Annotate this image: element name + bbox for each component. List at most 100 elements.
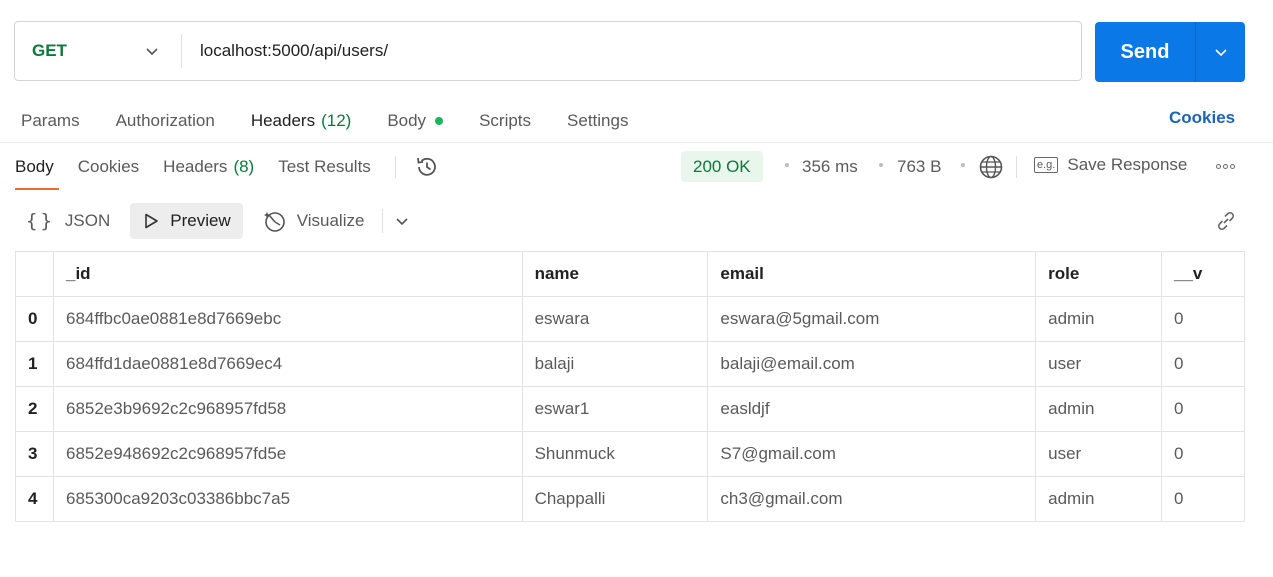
tab-label: Settings: [567, 111, 629, 130]
cell-v: 0: [1161, 431, 1245, 477]
column-header: _id: [52, 251, 523, 297]
tab-label: Headers: [163, 157, 228, 176]
tab-label: Params: [21, 111, 80, 130]
table-row: 1 684ffd1dae0881e8d7669ec4 balaji balaji…: [15, 341, 1245, 387]
send-options-button[interactable]: [1196, 45, 1245, 59]
cell-id: 685300ca9203c03386bbc7a5: [52, 476, 523, 522]
tab-label: Cookies: [77, 157, 140, 176]
separator-dot: [785, 163, 789, 167]
status-badge: 200 OK: [681, 151, 763, 182]
divider: [382, 209, 384, 233]
cell-email: balaji@email.com: [707, 341, 1037, 387]
divider: [0, 142, 1273, 143]
play-icon: [142, 212, 160, 230]
table-header-row: _id name email role __v: [15, 251, 1245, 297]
cookies-link[interactable]: Cookies: [1169, 108, 1235, 128]
cell-name: eswara: [521, 296, 709, 342]
tab-settings[interactable]: Settings: [567, 108, 628, 134]
tab-label: Body: [387, 111, 427, 130]
cell-v: 0: [1161, 296, 1245, 342]
tab-count: (8): [233, 157, 255, 176]
save-response-button[interactable]: e.g. Save Response: [1034, 155, 1187, 175]
cell-role: user: [1035, 431, 1163, 477]
json-label: JSON: [64, 211, 111, 230]
row-index: 3: [15, 431, 54, 477]
table-row: 4 685300ca9203c03386bbc7a5 Chappalli ch3…: [15, 476, 1245, 522]
table-row: 0 684ffbc0ae0881e8d7669ebc eswara eswara…: [15, 296, 1245, 342]
method-label: GET: [32, 41, 67, 60]
divider: [394, 156, 396, 178]
tab-count: (12): [321, 111, 352, 130]
save-response-icon: e.g.: [1034, 157, 1059, 173]
cell-email: ch3@gmail.com: [707, 476, 1037, 522]
cell-v: 0: [1161, 476, 1245, 522]
url-input[interactable]: localhost:5000/api/users/: [182, 41, 388, 61]
tab-authorization[interactable]: Authorization: [116, 108, 215, 134]
url-bar: GET localhost:5000/api/users/: [14, 21, 1082, 81]
chevron-down-icon: [1214, 49, 1227, 57]
table-row: 3 6852e948692c2c968957fd5e Shunmuck S7@g…: [15, 431, 1245, 477]
response-size: 763 B: [897, 157, 942, 176]
cell-role: admin: [1035, 476, 1163, 522]
table-row: 2 6852e3b9692c2c968957fd58 eswar1 easldj…: [15, 386, 1245, 432]
history-icon[interactable]: [414, 154, 440, 180]
cell-role: user: [1035, 341, 1163, 387]
tab-response-cookies[interactable]: Cookies: [78, 157, 139, 177]
cell-id: 6852e3b9692c2c968957fd58: [52, 386, 523, 432]
row-index: 0: [15, 296, 54, 342]
separator-dot: [961, 163, 965, 167]
tab-body[interactable]: Body: [387, 108, 444, 134]
cell-v: 0: [1161, 341, 1245, 387]
cell-name: Chappalli: [521, 476, 709, 522]
tab-label: Authorization: [115, 111, 215, 130]
cell-v: 0: [1161, 386, 1245, 432]
row-index: 1: [15, 341, 54, 387]
column-header: name: [521, 251, 709, 297]
method-select[interactable]: GET: [15, 41, 181, 61]
more-options-icon[interactable]: [1216, 164, 1235, 169]
link-icon[interactable]: [1214, 209, 1238, 233]
cell-name: balaji: [521, 341, 709, 387]
cell-id: 6852e948692c2c968957fd5e: [52, 431, 523, 477]
chevron-down-icon[interactable]: [395, 214, 409, 228]
visualize-icon: [263, 209, 287, 233]
cell-email: eswara@5gmail.com: [707, 296, 1037, 342]
body-indicator-dot: [435, 117, 444, 125]
cell-name: eswar1: [521, 386, 709, 432]
tab-response-headers[interactable]: Headers (8): [163, 157, 254, 177]
view-mode-bar: {} JSON Preview Visualize: [14, 203, 409, 239]
tab-test-results[interactable]: Test Results: [278, 157, 371, 177]
active-tab-underline: [15, 188, 59, 190]
chevron-down-icon: [146, 48, 158, 56]
cell-id: 684ffd1dae0881e8d7669ec4: [52, 341, 523, 387]
divider: [1016, 156, 1017, 178]
column-header: role: [1035, 251, 1163, 297]
cell-role: admin: [1035, 386, 1163, 432]
response-tabs: Body Cookies Headers (8) Test Results: [15, 154, 440, 180]
response-time: 356 ms: [802, 157, 858, 176]
tab-label: Headers: [250, 111, 316, 130]
send-button[interactable]: Send: [1095, 41, 1195, 64]
row-index: 2: [15, 386, 54, 432]
tab-scripts[interactable]: Scripts: [479, 108, 531, 134]
tab-response-body[interactable]: Body: [15, 157, 54, 177]
visualize-view-button[interactable]: Visualize: [251, 203, 375, 239]
globe-icon[interactable]: [978, 154, 1004, 180]
column-header: [15, 251, 54, 297]
cell-email: S7@gmail.com: [707, 431, 1037, 477]
cell-role: admin: [1035, 296, 1163, 342]
column-header: __v: [1161, 251, 1245, 297]
row-index: 4: [15, 476, 54, 522]
cell-name: Shunmuck: [521, 431, 709, 477]
separator-dot: [879, 163, 883, 167]
tab-params[interactable]: Params: [21, 108, 80, 134]
braces-icon: {}: [26, 210, 55, 232]
cell-email: easldjf: [707, 386, 1037, 432]
tab-headers[interactable]: Headers (12): [251, 108, 352, 134]
tab-label: Test Results: [278, 157, 371, 176]
json-view-button[interactable]: {} JSON: [14, 203, 122, 239]
preview-table: _id name email role __v 0 684ffbc0ae0881…: [15, 251, 1245, 522]
request-tabs: Params Authorization Headers (12) Body S…: [21, 108, 664, 134]
tab-label: Scripts: [479, 111, 532, 130]
preview-view-button[interactable]: Preview: [130, 203, 243, 239]
